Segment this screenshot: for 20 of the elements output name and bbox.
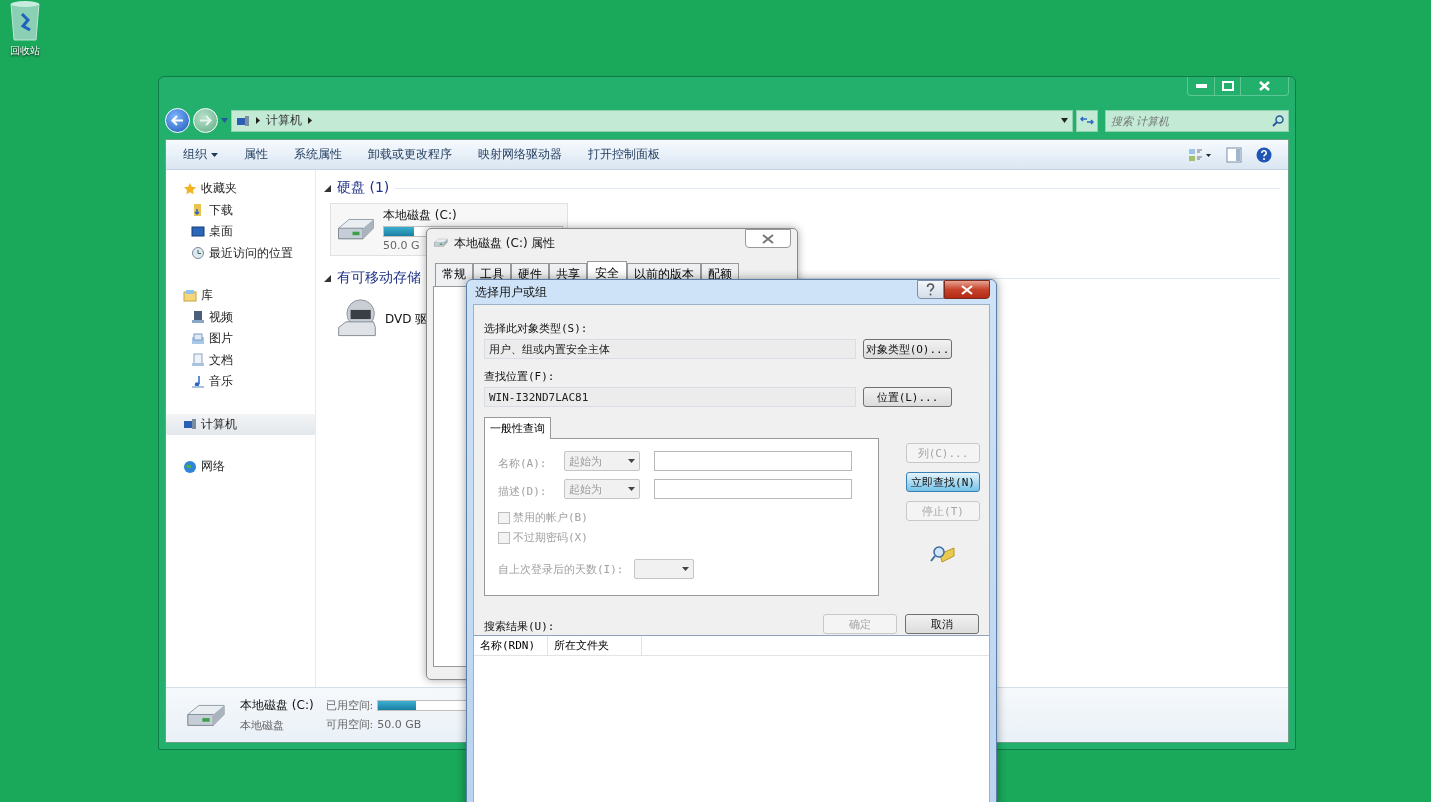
free-space-label: 可用空间: — [325, 717, 374, 732]
object-type-field: 用户、组或内置安全主体 — [484, 339, 856, 359]
checkbox-label: 禁用的帐户(B) — [513, 510, 588, 525]
field-label: 名称(A): — [498, 456, 547, 470]
dialog-title: 选择用户或组 — [474, 283, 548, 301]
drive-name: 本地磁盘 (C:) — [383, 207, 457, 224]
dialog-title: 本地磁盘 (C:) 属性 — [454, 234, 557, 252]
details-type: 本地磁盘 — [240, 718, 285, 733]
details-name: 本地磁盘 (C:) — [240, 697, 314, 714]
checkbox-label: 不过期密码(X) — [513, 530, 588, 545]
used-space-label: 已用空间: — [325, 698, 374, 713]
field-label: 查找位置(F): — [484, 369, 556, 384]
field-label: 自上次登录后的天数(I): — [498, 561, 624, 577]
free-space-value: 50.0 GB — [377, 718, 422, 731]
drive-name: DVD 驱 — [385, 311, 428, 328]
location-field: WIN-I32ND7LAC81 — [484, 387, 856, 407]
results-label: 搜索结果(U): — [484, 619, 555, 634]
field-label: 选择此对象类型(S): — [484, 321, 589, 336]
drive-detail: 50.0 G — [383, 239, 420, 252]
field-label: 描述(D): — [498, 484, 547, 498]
